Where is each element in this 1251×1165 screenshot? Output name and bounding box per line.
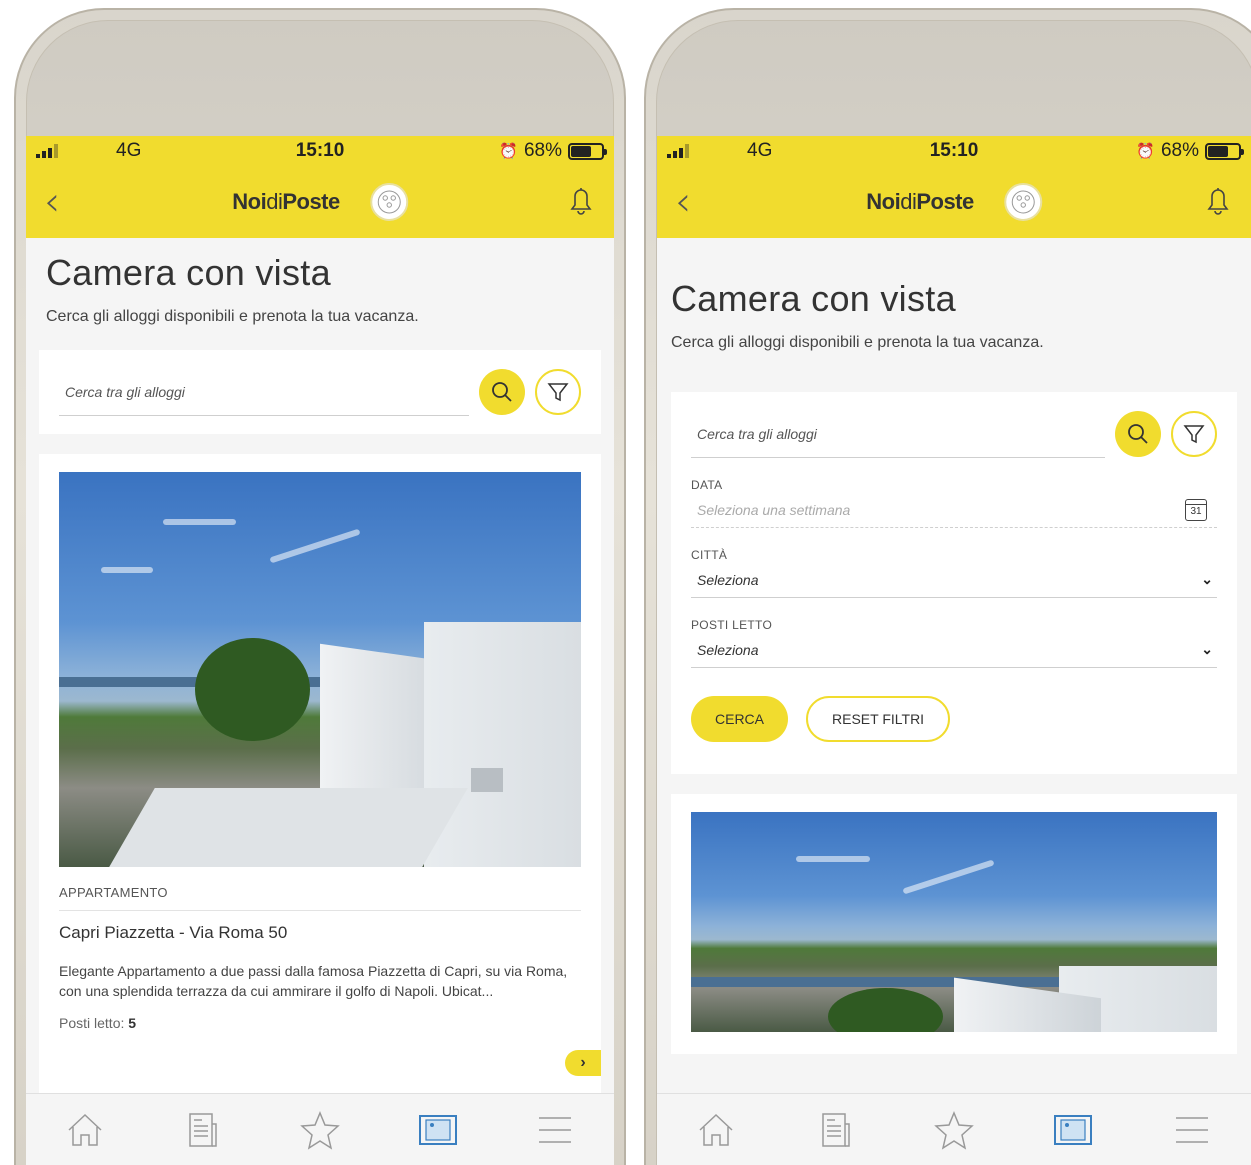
city-label: CITTÀ	[691, 548, 728, 562]
news-icon	[189, 1112, 218, 1147]
page-title: Camera con vista	[671, 278, 956, 319]
tab-favorites[interactable]	[298, 1108, 342, 1152]
alarm-icon: ⏰	[499, 143, 518, 160]
beds-value: Seleziona	[697, 641, 759, 658]
tab-menu[interactable]	[1170, 1108, 1214, 1152]
date-field[interactable]: Seleziona una settimana 31	[691, 492, 1217, 528]
accommodation-icon	[418, 1114, 457, 1145]
signal-icon	[36, 144, 58, 158]
page-title: Camera con vista	[46, 252, 331, 293]
listing-photo[interactable]	[691, 812, 1217, 1032]
notification-bell-icon[interactable]	[1203, 183, 1233, 222]
city-select[interactable]: Seleziona ⌄	[691, 562, 1217, 598]
home-icon	[699, 1113, 733, 1146]
menu-icon	[1175, 1116, 1208, 1143]
battery-icon	[568, 142, 607, 160]
notification-bell-icon[interactable]	[566, 183, 596, 222]
beds-select[interactable]: Seleziona ⌄	[691, 632, 1217, 668]
battery-percent: 68%	[1160, 140, 1199, 161]
search-button[interactable]	[1115, 411, 1161, 457]
back-icon[interactable]: ‹	[675, 182, 691, 222]
chevron-down-icon: ⌄	[1201, 641, 1213, 657]
home-icon	[68, 1113, 102, 1146]
listing-card[interactable]	[671, 794, 1237, 1054]
bottom-tab-bar	[26, 1093, 614, 1165]
listing-type: APPARTAMENTO	[59, 885, 581, 911]
community-logo-icon[interactable]	[369, 183, 408, 221]
search-icon	[492, 382, 512, 402]
network-label: 4G	[747, 140, 773, 161]
listing-title[interactable]: Capri Piazzetta - Via Roma 50	[59, 923, 581, 943]
accommodation-icon	[1053, 1114, 1092, 1145]
tab-news[interactable]	[180, 1108, 224, 1152]
star-icon	[300, 1110, 340, 1150]
date-label: DATA	[691, 478, 723, 492]
screen: 4G 15:10 ⏰ 68% ‹ NoidiPoste Camera con v…	[26, 136, 614, 1165]
back-icon[interactable]: ‹	[44, 182, 60, 222]
screen: 4G 15:10 ⏰ 68% ‹ NoidiPoste Camera con v…	[657, 136, 1251, 1165]
search-input[interactable]: Cerca tra gli alloggi	[59, 368, 469, 416]
listing-photo[interactable]	[59, 472, 581, 867]
filter-button[interactable]	[535, 369, 581, 415]
main-content: Camera con vista Cerca gli alloggi dispo…	[26, 252, 614, 326]
status-bar: 4G 15:10 ⏰ 68%	[657, 136, 1251, 166]
listing-description: Elegante Appartamento a due passi dalla …	[59, 963, 568, 999]
bottom-tab-bar	[657, 1093, 1251, 1165]
search-icon	[1128, 424, 1148, 444]
main-content: Camera con vista Cerca gli alloggi dispo…	[657, 278, 1251, 352]
page-subtitle: Cerca gli alloggi disponibili e prenota …	[671, 334, 1044, 351]
network-label: 4G	[116, 140, 142, 161]
battery-icon	[1205, 142, 1244, 160]
brand: NoidiPoste	[232, 183, 408, 221]
community-logo-icon[interactable]	[1003, 183, 1042, 221]
star-icon	[934, 1110, 974, 1150]
app-header: ‹ NoidiPoste	[657, 166, 1251, 238]
phone-right: 4G 15:10 ⏰ 68% ‹ NoidiPoste Camera con v…	[644, 0, 1251, 1165]
tab-news[interactable]	[813, 1108, 857, 1152]
app-header: ‹ NoidiPoste	[26, 166, 614, 238]
battery-percent: 68%	[523, 140, 562, 161]
tab-home[interactable]	[694, 1108, 738, 1152]
status-bar: 4G 15:10 ⏰ 68%	[26, 136, 614, 166]
status-time: 15:10	[295, 140, 345, 161]
reset-filters-button[interactable]: RESET FILTRI	[806, 696, 951, 742]
tab-home[interactable]	[63, 1108, 107, 1152]
signal-icon	[667, 144, 689, 158]
filter-icon	[1183, 425, 1205, 444]
filter-icon	[547, 383, 569, 402]
status-time: 15:10	[929, 140, 979, 161]
cerca-button[interactable]: CERCA	[691, 696, 789, 742]
tab-accommodations[interactable]	[416, 1108, 460, 1152]
news-icon	[822, 1112, 850, 1147]
search-filter-card: Cerca tra gli alloggi DATA Seleziona una…	[671, 392, 1237, 774]
listing-detail-button[interactable]: ›	[565, 1050, 601, 1076]
page-subtitle: Cerca gli alloggi disponibili e prenota …	[46, 308, 419, 325]
phone-left: 4G 15:10 ⏰ 68% ‹ NoidiPoste Camera con v…	[14, 0, 626, 1165]
filter-button[interactable]	[1171, 411, 1217, 457]
brand-name: NoidiPoste	[866, 189, 974, 214]
chevron-right-icon: ›	[580, 1054, 586, 1071]
search-card: Cerca tra gli alloggi	[39, 350, 601, 434]
listing-beds: Posti letto: 5	[59, 1015, 137, 1031]
city-value: Seleziona	[697, 571, 759, 588]
listing-card[interactable]: APPARTAMENTO Capri Piazzetta - Via Roma …	[39, 454, 601, 1094]
tab-accommodations[interactable]	[1051, 1108, 1095, 1152]
menu-icon	[539, 1116, 572, 1143]
search-input[interactable]: Cerca tra gli alloggi	[691, 410, 1105, 458]
chevron-down-icon: ⌄	[1201, 571, 1213, 587]
brand: NoidiPoste	[866, 183, 1042, 221]
date-placeholder: Seleziona una settimana	[697, 501, 851, 518]
search-button[interactable]	[479, 369, 525, 415]
beds-label: POSTI LETTO	[691, 618, 773, 632]
tab-menu[interactable]	[533, 1108, 577, 1152]
calendar-icon[interactable]: 31	[1185, 498, 1207, 521]
alarm-icon: ⏰	[1136, 143, 1155, 160]
tab-favorites[interactable]	[932, 1108, 976, 1152]
brand-name: NoidiPoste	[232, 189, 340, 214]
